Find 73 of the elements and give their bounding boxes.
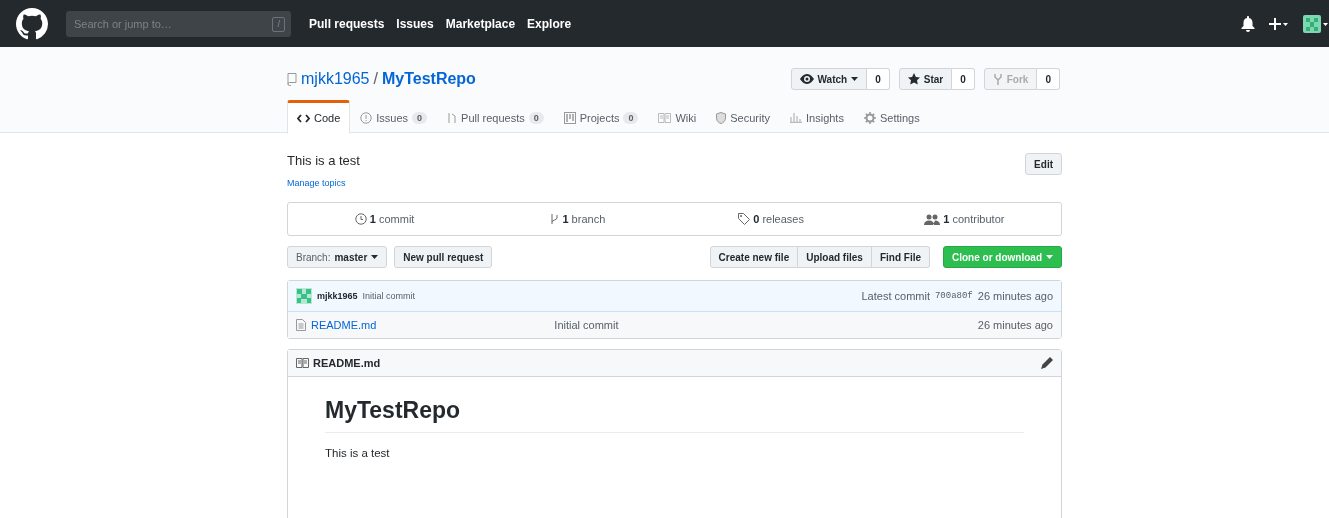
shield-icon <box>716 111 727 124</box>
commit-message-link[interactable]: Initial commit <box>554 319 619 331</box>
people-icon <box>924 213 941 225</box>
repo-icon <box>287 72 297 86</box>
manage-topics-link[interactable]: Manage topics <box>287 178 1026 188</box>
slash-key-hint: / <box>272 16 285 32</box>
repo-tab[interactable]: Wiki <box>648 100 707 133</box>
issue-icon <box>360 111 373 124</box>
code-icon <box>297 113 310 123</box>
summary-link[interactable]: 0 releases <box>674 203 868 235</box>
file-action-button[interactable]: Find File <box>871 246 930 268</box>
repo-tab[interactable]: Insights <box>780 100 854 133</box>
nav-link[interactable]: Marketplace <box>445 16 516 31</box>
edit-button[interactable]: Edit <box>1025 153 1062 175</box>
branch-icon <box>550 213 560 225</box>
bell-icon[interactable] <box>1241 15 1255 32</box>
readme-text: This is a test <box>325 447 391 459</box>
file-icon <box>296 319 306 331</box>
book-icon <box>296 358 309 368</box>
history-icon <box>354 213 367 225</box>
tag-icon <box>738 213 751 225</box>
commit-sha-link[interactable]: 700a80f <box>934 291 973 301</box>
repo-tab[interactable]: Projects 0 <box>553 100 649 133</box>
gear-icon <box>863 111 876 124</box>
nav-link[interactable]: Issues <box>396 16 434 31</box>
nav-link[interactable]: Pull requests <box>309 16 385 31</box>
repo-tab[interactable]: Pull requests 0 <box>437 100 554 133</box>
caret-icon <box>371 255 379 259</box>
star-icon <box>907 73 920 85</box>
nav-link[interactable]: Explore <box>527 16 572 31</box>
pull-request-icon <box>447 111 458 124</box>
tab-counter: 0 <box>528 111 544 124</box>
pencil-icon[interactable] <box>1041 357 1053 369</box>
social-count[interactable]: 0 <box>952 68 975 90</box>
eye-icon <box>799 74 814 84</box>
branch-select-button[interactable]: Branch: master <box>287 246 388 268</box>
repo-description: This is a test <box>287 153 361 168</box>
fork-icon <box>992 72 1003 86</box>
commit-message-link[interactable]: Initial commit <box>362 291 416 301</box>
caret-icon <box>1046 255 1053 259</box>
social-count[interactable]: 0 <box>867 68 890 90</box>
summary-link[interactable]: 1 contributor <box>867 203 1061 235</box>
latest-commit-label: Latest commit <box>861 290 930 302</box>
file-link[interactable]: README.md <box>311 319 377 331</box>
octocat-logo-icon[interactable] <box>16 7 48 40</box>
owner-link[interactable]: mjkk1965 <box>301 70 370 88</box>
bar-graph-icon <box>790 112 802 123</box>
repo-name-link[interactable]: MyTestRepo <box>381 70 476 88</box>
readme-title: README.md <box>313 357 381 369</box>
tab-counter: 0 <box>412 111 428 124</box>
avatar-icon <box>296 288 312 304</box>
avatar-dropdown-icon[interactable] <box>1303 13 1329 34</box>
repo-tab[interactable]: Settings <box>853 100 930 133</box>
new-pull-request-button[interactable]: New pull request <box>394 246 493 268</box>
caret-icon <box>851 77 859 81</box>
book-icon <box>658 112 672 123</box>
file-age: 26 minutes ago <box>977 319 1053 331</box>
repo-action-button[interactable]: Star <box>898 68 953 90</box>
plus-dropdown-icon[interactable] <box>1269 16 1289 31</box>
repo-action-button[interactable]: Watch <box>790 68 868 90</box>
commit-time: 26 minutes ago <box>977 290 1053 302</box>
commit-author-link[interactable]: mjkk1965 <box>317 291 358 301</box>
summary-link[interactable]: 1 commit <box>288 203 482 235</box>
repo-tab[interactable]: Security <box>706 100 780 133</box>
summary-link[interactable]: 1 branch <box>481 203 675 235</box>
tab-counter: 0 <box>623 111 639 124</box>
file-action-button[interactable]: Upload files <box>798 246 872 268</box>
path-separator: / <box>373 70 378 88</box>
repo-tab[interactable]: Issues 0 <box>350 100 438 133</box>
repo-tab[interactable]: Code <box>287 100 351 134</box>
file-action-button[interactable]: Create new file <box>709 246 799 268</box>
project-board-icon <box>563 111 576 124</box>
readme-heading: MyTestRepo <box>325 397 1024 433</box>
